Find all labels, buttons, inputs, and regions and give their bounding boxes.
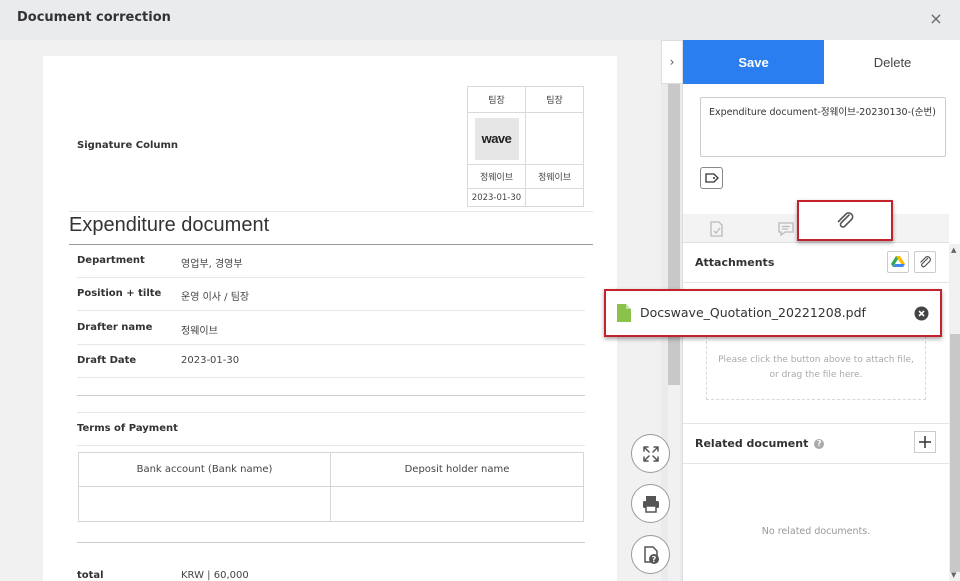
signer-name: 정웨이브 [467, 164, 526, 189]
scrollbar-thumb[interactable] [950, 334, 960, 572]
field-value: 정웨이브 [181, 326, 218, 337]
divider [77, 445, 585, 446]
divider [683, 423, 949, 424]
divider [77, 412, 585, 413]
related-document-title: Related document ? [695, 437, 825, 450]
payment-table: Bank account (Bank name) Deposit holder … [78, 452, 584, 522]
attachments-title: Attachments [695, 256, 775, 269]
window-title: Document correction [17, 10, 171, 25]
document-question-icon: ? [643, 545, 659, 564]
print-button[interactable] [631, 484, 670, 523]
plus-icon [919, 436, 931, 448]
svg-text:?: ? [651, 555, 656, 564]
divider [683, 463, 949, 464]
field-label: Draft Date [77, 355, 137, 366]
field-value: 운영 이사 / 팀장 [181, 292, 250, 303]
document-help-button[interactable]: ? [631, 535, 670, 574]
field-value: 영업부, 경영부 [181, 259, 243, 270]
scroll-down-icon[interactable]: ▼ [951, 571, 956, 579]
collapse-panel-button[interactable]: › [661, 40, 682, 84]
total-label: total [77, 570, 104, 581]
tag-icon [704, 173, 719, 183]
add-related-document-button[interactable] [914, 431, 936, 453]
terms-of-payment-label: Terms of Payment [77, 423, 178, 434]
chevron-right-icon: › [669, 55, 675, 69]
signature-date: 2023-01-30 [467, 188, 526, 207]
close-icon[interactable]: × [926, 8, 946, 28]
printer-icon [642, 495, 659, 513]
tab-approval[interactable] [683, 214, 749, 243]
expand-icon [642, 445, 659, 462]
attached-file-item[interactable]: Docswave_Quotation_20221208.pdf [604, 289, 942, 337]
payment-header-bank: Bank account (Bank name) [79, 453, 331, 487]
signature-table: 팀장 팀장 wave 정웨이브 정웨이브 2023-01-30 [467, 86, 584, 207]
field-label: Drafter name [77, 322, 153, 333]
document-paper: Signature Column 팀장 팀장 wave 정웨이브 정웨이브 20… [43, 56, 617, 581]
wave-stamp-logo: wave [474, 117, 519, 160]
divider [683, 282, 949, 283]
signature-stamp-cell: wave [467, 112, 526, 165]
panel-scrollbar[interactable]: ▲ ▼ [949, 244, 960, 581]
dropzone-text: Please click the button above to attach … [718, 355, 914, 380]
title-bar: Document correction × [0, 0, 960, 40]
no-related-documents-text: No related documents. [761, 526, 871, 537]
tag-button[interactable] [700, 167, 723, 189]
field-row: Position + tilte 운영 이사 / 팀장 [77, 278, 585, 311]
attachment-actions [887, 251, 936, 273]
signature-column-label: Signature Column [77, 140, 179, 151]
signature-header: 팀장 [525, 86, 584, 113]
signature-header: 팀장 [467, 86, 526, 113]
section-separator [77, 395, 585, 396]
attachments-tab-highlight[interactable] [797, 200, 893, 241]
signer-name: 정웨이브 [525, 164, 584, 189]
field-label: Department [77, 255, 145, 266]
field-row: Drafter name 정웨이브 [77, 312, 585, 345]
payment-header-holder: Deposit holder name [331, 453, 583, 487]
comment-icon [778, 221, 794, 236]
document-title: Expenditure document [69, 214, 270, 236]
field-value: 2023-01-30 [181, 355, 240, 366]
payment-cell-holder[interactable] [331, 487, 583, 521]
attach-file-button[interactable] [914, 251, 936, 273]
total-value: KRW | 60,000 [181, 570, 249, 581]
payment-cell-bank[interactable] [79, 487, 331, 521]
approval-document-icon [710, 220, 723, 237]
related-document-label: Related document [695, 437, 809, 450]
attached-file-name[interactable]: Docswave_Quotation_20221208.pdf [640, 305, 866, 320]
google-drive-icon [891, 256, 905, 267]
divider [69, 211, 593, 212]
field-row: Draft Date 2023-01-30 [77, 345, 585, 378]
paperclip-icon [920, 256, 931, 268]
help-icon[interactable]: ? [814, 439, 825, 449]
signature-date-empty [525, 188, 584, 207]
paperclip-icon [837, 211, 854, 228]
delete-button[interactable]: Delete [824, 40, 960, 84]
section-separator [77, 542, 585, 543]
save-button[interactable]: Save [683, 40, 824, 84]
file-dropzone[interactable]: Please click the button above to attach … [706, 336, 926, 400]
document-title-input[interactable]: Expenditure document-정웨이브-20230130-(순번) [700, 97, 946, 157]
remove-file-icon[interactable] [914, 306, 929, 321]
google-drive-button[interactable] [887, 251, 909, 273]
field-label: Position + tilte [77, 288, 162, 299]
scroll-up-icon[interactable]: ▲ [951, 246, 956, 254]
signature-empty-cell [525, 112, 584, 165]
file-icon [617, 304, 631, 322]
field-row: Department 영업부, 경영부 [77, 245, 585, 278]
fullscreen-button[interactable] [631, 434, 670, 473]
